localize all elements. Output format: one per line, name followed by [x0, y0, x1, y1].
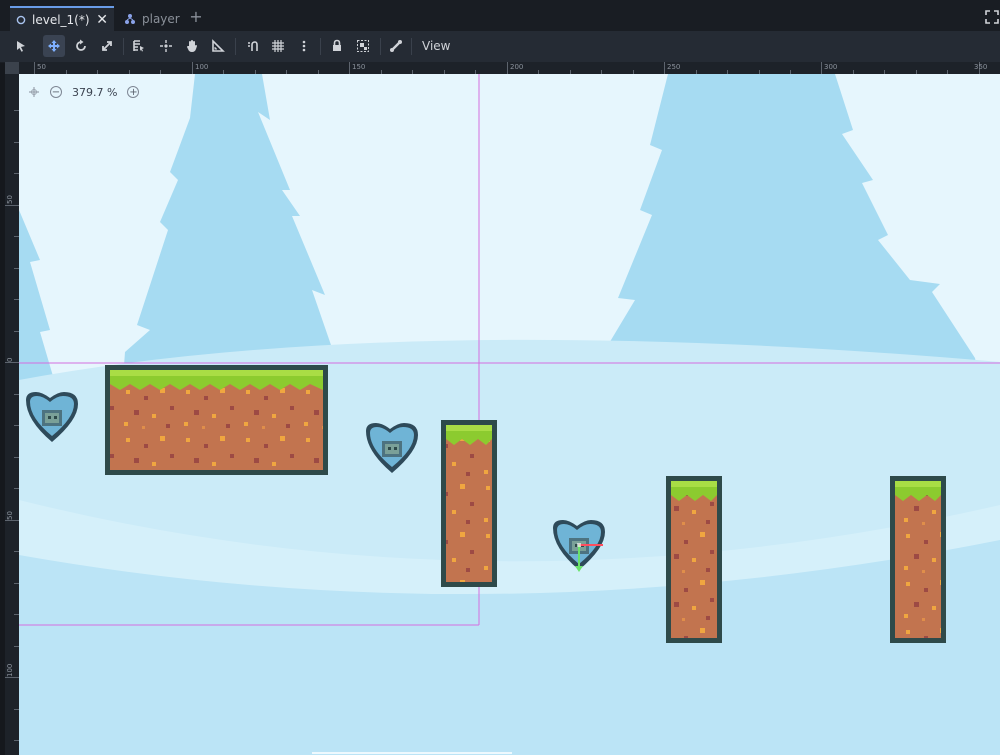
toolbar-separator: [380, 38, 381, 55]
ground-pillar-2: [666, 476, 722, 643]
rotate-tool-icon[interactable]: [70, 35, 92, 57]
bone-icon[interactable]: [385, 35, 407, 57]
scale-tool-icon[interactable]: [96, 35, 118, 57]
grid-snap-icon[interactable]: [267, 35, 289, 57]
close-icon[interactable]: ✕: [96, 13, 108, 27]
list-select-icon[interactable]: [128, 35, 150, 57]
ruler-label: 50: [6, 511, 14, 520]
tab-label: player: [142, 11, 180, 26]
scene-circle-icon: [16, 15, 26, 24]
lock-icon[interactable]: [326, 35, 348, 57]
scene-tab-bar: level_1(*) ✕ player +: [0, 0, 1000, 31]
toolbar-separator: [235, 38, 236, 55]
pivot-icon[interactable]: [155, 35, 177, 57]
tab-player[interactable]: player: [118, 6, 188, 31]
ground-pillar-3: [890, 476, 946, 643]
tab-level-1[interactable]: level_1(*) ✕: [10, 6, 114, 31]
zoom-controls: − 379.7 % +: [28, 84, 140, 100]
zoom-level[interactable]: 379.7 %: [72, 86, 117, 99]
ruler-left: 50 0 50 100: [5, 74, 19, 755]
ruler-label: 250: [667, 63, 681, 71]
node-tree-icon: [125, 13, 135, 24]
smart-snap-icon[interactable]: [241, 35, 263, 57]
ruler-label: 350: [974, 63, 988, 71]
canvas-viewport[interactable]: [19, 74, 1000, 755]
ruler-label: 0: [6, 357, 14, 362]
ruler-label: 150: [352, 63, 366, 71]
ruler-label: 100: [6, 663, 14, 677]
fullscreen-icon[interactable]: [984, 9, 1000, 25]
ruler-label: 200: [510, 63, 524, 71]
zoom-in-button[interactable]: +: [127, 86, 140, 98]
toolbar-separator: [320, 38, 321, 55]
ruler-icon[interactable]: [207, 35, 229, 57]
ruler-label: 300: [824, 63, 838, 71]
toolbar-separator: [123, 38, 124, 55]
add-tab-icon[interactable]: +: [188, 9, 204, 25]
ruler-label: 50: [37, 63, 46, 71]
center-view-icon[interactable]: [28, 86, 40, 98]
toolbar-separator: [411, 38, 412, 55]
ruler-corner: [5, 62, 19, 74]
view-menu-button[interactable]: View: [416, 35, 456, 57]
tab-label: level_1(*): [32, 12, 90, 27]
move-tool-icon[interactable]: [43, 35, 65, 57]
ground-platform-wide: [105, 365, 328, 475]
level-canvas: [19, 74, 1000, 755]
select-tool-icon[interactable]: [10, 35, 32, 57]
canvas-toolbar: [0, 31, 1000, 63]
pan-hand-icon[interactable]: [181, 35, 203, 57]
ruler-label: 100: [195, 63, 209, 71]
group-icon[interactable]: [352, 35, 374, 57]
zoom-out-button[interactable]: −: [50, 86, 62, 98]
more-options-icon[interactable]: [293, 35, 315, 57]
ruler-label: 50: [6, 195, 14, 204]
ground-pillar-1: [441, 420, 497, 587]
